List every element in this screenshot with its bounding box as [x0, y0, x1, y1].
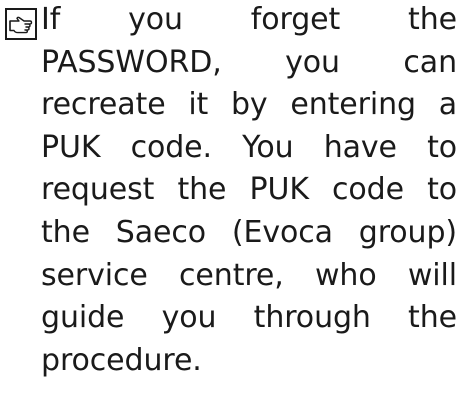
- pointing-hand-note-icon: [5, 8, 37, 40]
- note-block: If you forget the PASSWORD, you can recr…: [0, 0, 463, 419]
- note-text: If you forget the PASSWORD, you can recr…: [41, 2, 457, 378]
